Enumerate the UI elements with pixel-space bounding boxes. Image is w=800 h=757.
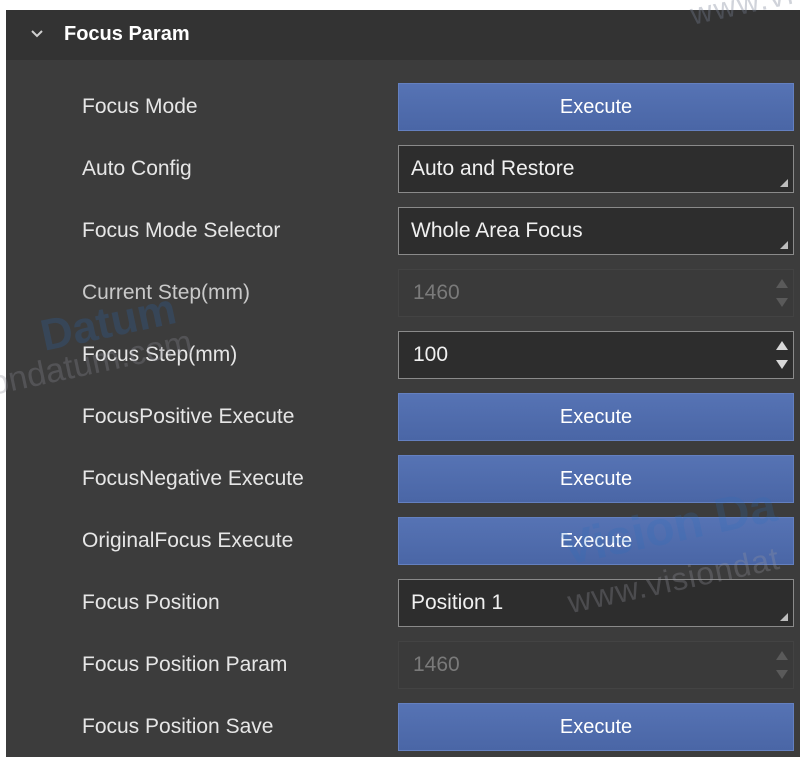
focus-positive-execute-button[interactable]: Execute [398, 393, 794, 441]
focus-step-spinbox[interactable]: 100 [398, 331, 794, 379]
row-current-step: Current Step(mm) 1460 [6, 262, 800, 324]
dropdown-grip-icon [780, 241, 788, 249]
dropdown-grip-icon [780, 179, 788, 187]
row-label: OriginalFocus Execute [82, 529, 294, 552]
arrow-up-icon [776, 279, 788, 288]
auto-config-combo[interactable]: Auto and Restore [398, 145, 794, 193]
focus-position-combo[interactable]: Position 1 [398, 579, 794, 627]
section-title: Focus Param [64, 23, 190, 45]
spin-value: 100 [413, 343, 449, 366]
row-label: Focus Position [82, 591, 220, 614]
arrow-down-icon [776, 670, 788, 679]
row-original-focus: OriginalFocus Execute Execute [6, 510, 800, 572]
focus-negative-execute-button[interactable]: Execute [398, 455, 794, 503]
arrow-up-icon[interactable] [776, 341, 788, 350]
current-step-spinbox: 1460 [398, 269, 794, 317]
dropdown-grip-icon [780, 613, 788, 621]
focus-position-param-spinbox: 1460 [398, 641, 794, 689]
spin-arrows [771, 270, 793, 316]
focus-position-save-execute-button[interactable]: Execute [398, 703, 794, 751]
arrow-down-icon[interactable] [776, 360, 788, 369]
row-label: Current Step(mm) [82, 281, 251, 304]
combo-value: Auto and Restore [411, 157, 575, 180]
spin-value: 1460 [413, 653, 460, 676]
combo-value: Position 1 [411, 591, 504, 614]
row-focus-negative: FocusNegative Execute Execute [6, 448, 800, 510]
row-focus-mode: Focus Mode Execute [6, 76, 800, 138]
row-auto-config: Auto Config Auto and Restore [6, 138, 800, 200]
row-label: Focus Position Save [82, 715, 274, 738]
row-label: FocusPositive Execute [82, 405, 295, 428]
row-focus-positive: FocusPositive Execute Execute [6, 386, 800, 448]
arrow-up-icon [776, 651, 788, 660]
spin-value: 1460 [413, 281, 460, 304]
row-label: Auto Config [82, 157, 192, 180]
chevron-down-icon[interactable] [30, 27, 44, 41]
row-focus-step: Focus Step(mm) 100 [6, 324, 800, 386]
row-focus-position: Focus Position Position 1 [6, 572, 800, 634]
row-label: Focus Step(mm) [82, 343, 238, 366]
original-focus-execute-button[interactable]: Execute [398, 517, 794, 565]
row-focus-mode-selector: Focus Mode Selector Whole Area Focus [6, 200, 800, 262]
arrow-down-icon [776, 298, 788, 307]
section-header[interactable]: Focus Param [6, 10, 800, 60]
spin-arrows [771, 642, 793, 688]
spin-arrows [771, 332, 793, 378]
focus-mode-execute-button[interactable]: Execute [398, 83, 794, 131]
row-label: Focus Position Param [82, 653, 288, 676]
combo-value: Whole Area Focus [411, 219, 583, 242]
focus-mode-selector-combo[interactable]: Whole Area Focus [398, 207, 794, 255]
row-focus-position-param: Focus Position Param 1460 [6, 634, 800, 696]
row-label: FocusNegative Execute [82, 467, 304, 490]
row-label: Focus Mode Selector [82, 219, 281, 242]
row-label: Focus Mode [82, 95, 198, 118]
row-focus-position-save: Focus Position Save Execute [6, 696, 800, 757]
property-panel: Focus Param Focus Mode Execute Auto Conf… [6, 10, 800, 757]
